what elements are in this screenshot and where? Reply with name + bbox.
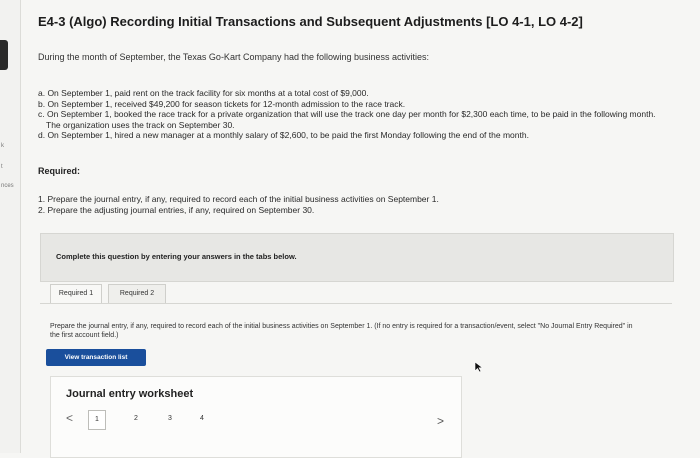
page-2-button[interactable]: 2 — [128, 410, 144, 428]
activity-list: a. On September 1, paid rent on the trac… — [38, 88, 658, 141]
instruction-text: Prepare the journal entry, if any, requi… — [50, 322, 640, 340]
mouse-cursor-icon — [474, 361, 484, 373]
tab-required-2[interactable]: Required 2 — [108, 284, 166, 303]
tab-divider — [40, 303, 672, 304]
chevron-left-icon[interactable]: < — [66, 411, 73, 425]
problem-intro: During the month of September, the Texas… — [38, 52, 430, 62]
required-item: 1. Prepare the journal entry, if any, re… — [38, 194, 439, 204]
required-heading: Required: — [38, 166, 81, 176]
worksheet-title: Journal entry worksheet — [66, 388, 194, 400]
chevron-right-icon[interactable]: > — [437, 414, 444, 428]
page-3-button[interactable]: 3 — [162, 410, 178, 428]
activity-item: c. On September 1, booked the race track… — [38, 109, 656, 130]
activity-item: b. On September 1, received $49,200 for … — [38, 98, 406, 109]
tab-required-1[interactable]: Required 1 — [50, 284, 102, 303]
required-item: 2. Prepare the adjusting journal entries… — [38, 204, 315, 215]
page-1-button[interactable]: 1 — [88, 410, 106, 430]
panel-text: Complete this question by entering your … — [56, 252, 297, 261]
instruction-main: Prepare the journal entry, if any, requi… — [50, 323, 375, 330]
instructions-panel: Complete this question by entering your … — [40, 233, 674, 282]
activity-item: d. On September 1, hired a new manager a… — [38, 130, 529, 140]
problem-title: E4-3 (Algo) Recording Initial Transactio… — [38, 14, 583, 29]
question-content: E4-3 (Algo) Recording Initial Transactio… — [0, 0, 700, 458]
activity-item: a. On September 1, paid rent on the trac… — [38, 88, 369, 98]
required-list: 1. Prepare the journal entry, if any, re… — [38, 194, 439, 215]
page-4-button[interactable]: 4 — [194, 410, 210, 428]
view-transaction-list-button[interactable]: View transaction list — [46, 349, 146, 366]
